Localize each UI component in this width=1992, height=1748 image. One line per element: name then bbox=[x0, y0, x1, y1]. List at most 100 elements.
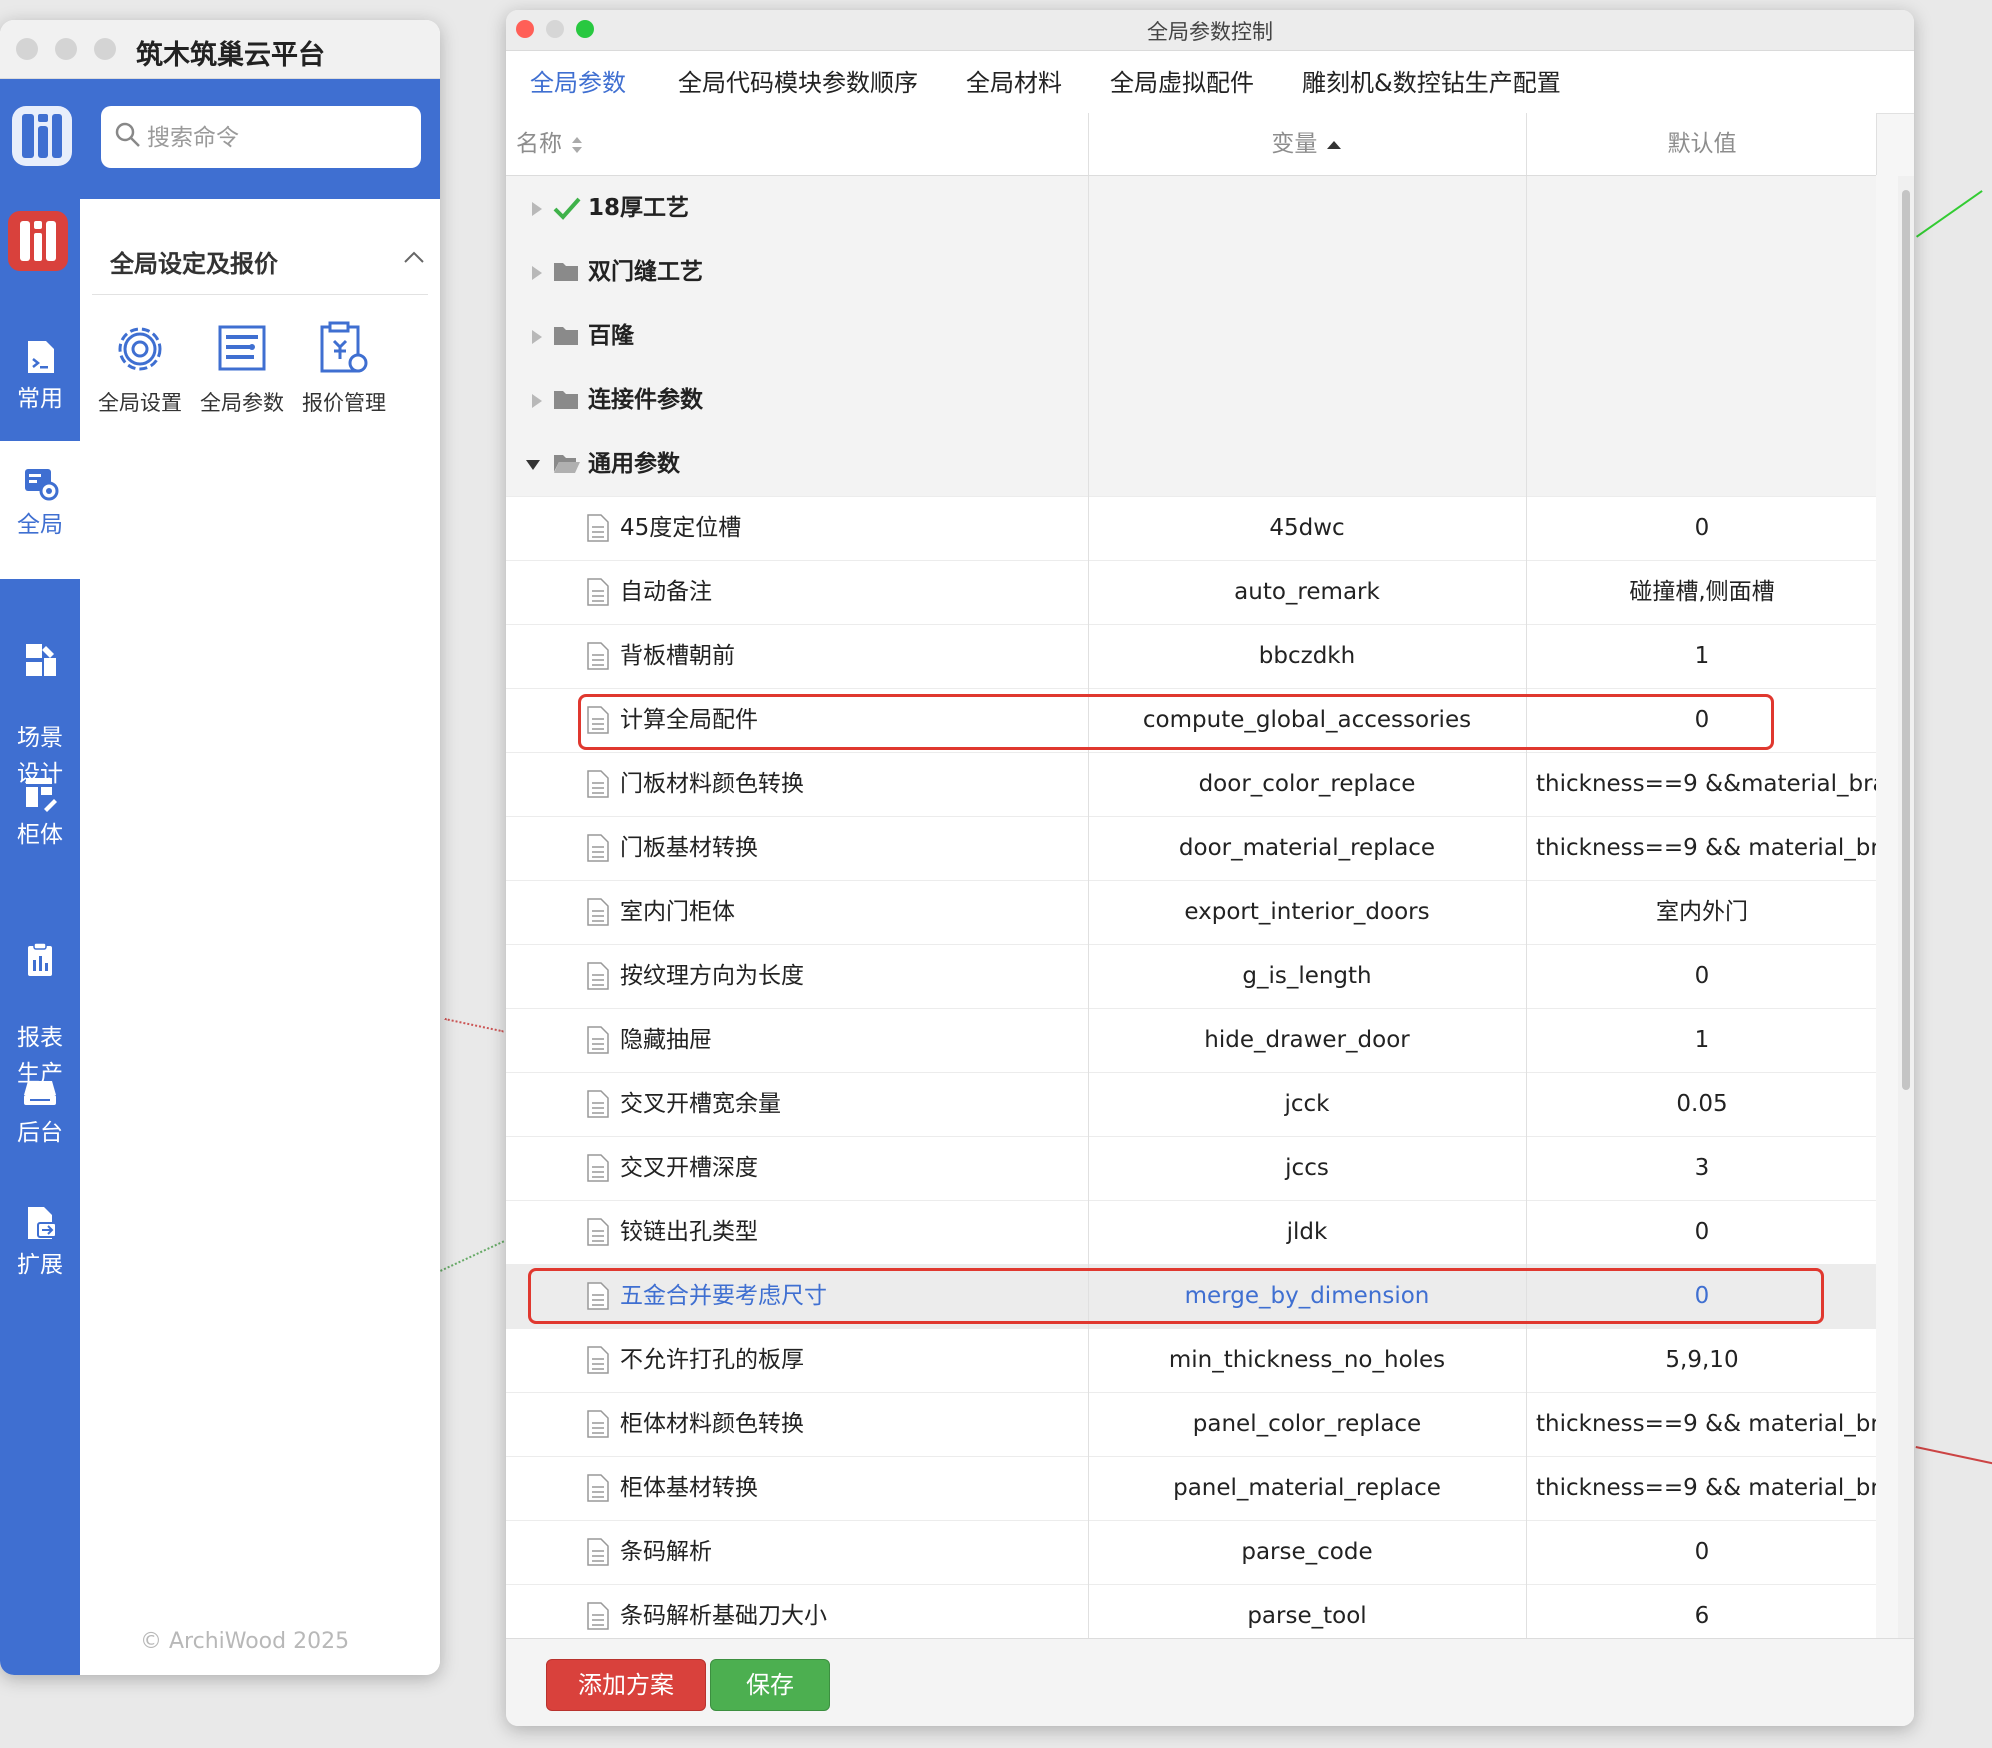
collapse-arrow-icon[interactable] bbox=[526, 460, 540, 470]
column-label: 名称 bbox=[516, 131, 562, 157]
vertical-scrollbar[interactable] bbox=[1898, 176, 1914, 1638]
group-row[interactable]: 通用参数 bbox=[506, 432, 1876, 497]
parameter-row[interactable]: 交叉开槽深度 jccs 3 bbox=[506, 1136, 1876, 1201]
tab-global-params[interactable]: 全局参数 bbox=[516, 63, 640, 116]
chevron-up-icon[interactable] bbox=[402, 249, 426, 265]
column-header-default[interactable]: 默认值 bbox=[1526, 113, 1878, 175]
expand-arrow-icon[interactable] bbox=[532, 330, 542, 344]
close-window-button[interactable] bbox=[16, 38, 38, 60]
group-row[interactable]: 百隆 bbox=[506, 304, 1876, 369]
default-cell[interactable]: 1 bbox=[1526, 1008, 1876, 1072]
tool-global-settings[interactable]: 全局设置 bbox=[92, 319, 188, 417]
default-cell[interactable]: 0 bbox=[1526, 496, 1876, 560]
parameter-row[interactable]: 交叉开槽宽余量 jcck 0.05 bbox=[506, 1072, 1876, 1137]
default-cell[interactable]: thickness==9 && material_brand bbox=[1526, 1456, 1876, 1520]
rail-item-report-production[interactable]: 报表 生产 bbox=[0, 904, 80, 1092]
window-title: 全局参数控制 bbox=[1147, 20, 1273, 44]
rail-item-common[interactable]: 常用 bbox=[0, 337, 80, 417]
check-icon bbox=[553, 197, 581, 220]
expand-arrow-icon[interactable] bbox=[532, 266, 542, 280]
column-header-name[interactable]: 名称 bbox=[516, 113, 585, 175]
zoom-window-button[interactable] bbox=[94, 38, 116, 60]
parameter-name: 交叉开槽深度 bbox=[620, 1155, 758, 1181]
rail-item-extension[interactable]: 扩展 bbox=[0, 1203, 80, 1283]
default-cell[interactable]: 6 bbox=[1526, 1584, 1876, 1638]
default-cell[interactable]: 0 bbox=[1526, 1520, 1876, 1584]
file-icon bbox=[587, 1218, 609, 1246]
scrollbar-thumb[interactable] bbox=[1902, 190, 1910, 1090]
default-cell[interactable]: thickness==9 && material_brand bbox=[1526, 1392, 1876, 1456]
tab-cnc-production-config[interactable]: 雕刻机&数控钻生产配置 bbox=[1302, 63, 1561, 113]
parameter-row[interactable]: 室内门柜体 export_interior_doors 室内外门 bbox=[506, 880, 1876, 945]
parameter-row[interactable]: 门板材料颜色转换 door_color_replace thickness==9… bbox=[506, 752, 1876, 817]
left-panel: 全局设定及报价 全局设置 全局参数 报价管理 © ArchiWood 2025 bbox=[80, 199, 440, 1675]
column-header-variable[interactable]: 变量 bbox=[1088, 113, 1526, 175]
parameter-row[interactable]: 按纹理方向为长度 g_is_length 0 bbox=[506, 944, 1876, 1009]
parameter-row[interactable]: 背板槽朝前 bbczdkh 1 bbox=[506, 624, 1876, 689]
tool-quote-management[interactable]: 报价管理 bbox=[296, 319, 392, 417]
parameter-row[interactable]: 45度定位槽 45dwc 0 bbox=[506, 496, 1876, 561]
tab-global-materials[interactable]: 全局材料 bbox=[966, 63, 1062, 113]
rail-label: 全局 bbox=[17, 512, 63, 538]
parameter-row[interactable]: 条码解析 parse_code 0 bbox=[506, 1520, 1876, 1585]
tab-code-module-order[interactable]: 全局代码模块参数顺序 bbox=[678, 63, 918, 113]
tool-global-params[interactable]: 全局参数 bbox=[194, 319, 290, 417]
rail-item-backend[interactable]: 后台 bbox=[0, 1071, 80, 1151]
parameter-row[interactable]: 铰链出孔类型 jldk 0 bbox=[506, 1200, 1876, 1265]
parameter-row[interactable]: 隐藏抽屉 hide_drawer_door 1 bbox=[506, 1008, 1876, 1073]
rail-item-cabinet[interactable]: 柜体 bbox=[0, 773, 80, 853]
default-cell[interactable]: 0 bbox=[1526, 1264, 1876, 1328]
file-icon bbox=[587, 962, 609, 990]
group-row[interactable]: 18厚工艺 bbox=[506, 176, 1876, 241]
expand-arrow-icon[interactable] bbox=[532, 394, 542, 408]
parameter-row[interactable]: 门板基材转换 door_material_replace thickness==… bbox=[506, 816, 1876, 881]
default-cell[interactable]: 3 bbox=[1526, 1136, 1876, 1200]
default-cell[interactable]: 0 bbox=[1526, 1200, 1876, 1264]
default-cell[interactable]: thickness==9 && material_brand bbox=[1526, 816, 1876, 880]
extension-icon bbox=[28, 1207, 57, 1239]
default-cell[interactable]: 碰撞槽,侧面槽 bbox=[1526, 560, 1876, 624]
group-label: 双门缝工艺 bbox=[588, 259, 703, 285]
group-row[interactable]: 双门缝工艺 bbox=[506, 240, 1876, 305]
default-cell[interactable]: 室内外门 bbox=[1526, 880, 1876, 944]
save-button[interactable]: 保存 bbox=[710, 1659, 830, 1711]
parameter-row-selected[interactable]: 五金合并要考虑尺寸 merge_by_dimension 0 bbox=[506, 1264, 1876, 1329]
parameter-name: 铰链出孔类型 bbox=[620, 1219, 758, 1245]
default-cell[interactable]: 0 bbox=[1526, 688, 1876, 752]
tool-label: 全局参数 bbox=[200, 391, 284, 415]
search-box[interactable] bbox=[101, 106, 421, 170]
file-icon bbox=[587, 1602, 609, 1630]
parameter-row[interactable]: 柜体基材转换 panel_material_replace thickness=… bbox=[506, 1456, 1876, 1521]
parameter-window: 全局参数控制 全局参数 全局代码模块参数顺序 全局材料 全局虚拟配件 雕刻机&数… bbox=[506, 10, 1914, 1726]
rail-logo-icon bbox=[8, 211, 68, 271]
default-cell[interactable]: 0 bbox=[1526, 944, 1876, 1008]
parameter-row[interactable]: 条码解析基础刀大小 parse_tool 6 bbox=[506, 1584, 1876, 1638]
parameter-row[interactable]: 不允许打孔的板厚 min_thickness_no_holes 5,9,10 bbox=[506, 1328, 1876, 1393]
add-scheme-button[interactable]: 添加方案 bbox=[546, 1659, 706, 1711]
background-line bbox=[1916, 190, 1983, 238]
parameter-name: 门板材料颜色转换 bbox=[620, 771, 804, 797]
expand-arrow-icon[interactable] bbox=[532, 202, 542, 216]
name-cell: 条码解析基础刀大小 bbox=[506, 1584, 1088, 1638]
default-cell[interactable]: 1 bbox=[1526, 624, 1876, 688]
file-icon bbox=[587, 1538, 609, 1566]
default-cell[interactable]: 5,9,10 bbox=[1526, 1328, 1876, 1392]
parameter-name: 条码解析 bbox=[620, 1539, 712, 1565]
group-row[interactable]: 连接件参数 bbox=[506, 368, 1876, 433]
name-cell: 背板槽朝前 bbox=[506, 624, 1088, 688]
default-cell[interactable]: thickness==9 &&material_brand bbox=[1526, 752, 1876, 816]
backend-icon bbox=[24, 1081, 56, 1105]
name-cell: 门板基材转换 bbox=[506, 816, 1088, 880]
default-cell[interactable]: 0.05 bbox=[1526, 1072, 1876, 1136]
parameter-row[interactable]: 计算全局配件 compute_global_accessories 0 bbox=[506, 688, 1876, 753]
parameter-row[interactable]: 柜体材料颜色转换 panel_color_replace thickness==… bbox=[506, 1392, 1876, 1457]
search-input[interactable] bbox=[145, 106, 409, 170]
parameter-name: 按纹理方向为长度 bbox=[620, 963, 804, 989]
variable-cell: bbczdkh bbox=[1258, 643, 1356, 669]
minimize-window-button[interactable] bbox=[55, 38, 77, 60]
rail-item-global[interactable]: 全局 bbox=[0, 441, 80, 579]
tab-virtual-accessories[interactable]: 全局虚拟配件 bbox=[1110, 63, 1254, 113]
parameter-row[interactable]: 自动备注 auto_remark 碰撞槽,侧面槽 bbox=[506, 560, 1876, 625]
rail-item-scene-design[interactable]: 场景 设计 bbox=[0, 604, 80, 792]
variable-cell: 45dwc bbox=[1269, 515, 1345, 541]
